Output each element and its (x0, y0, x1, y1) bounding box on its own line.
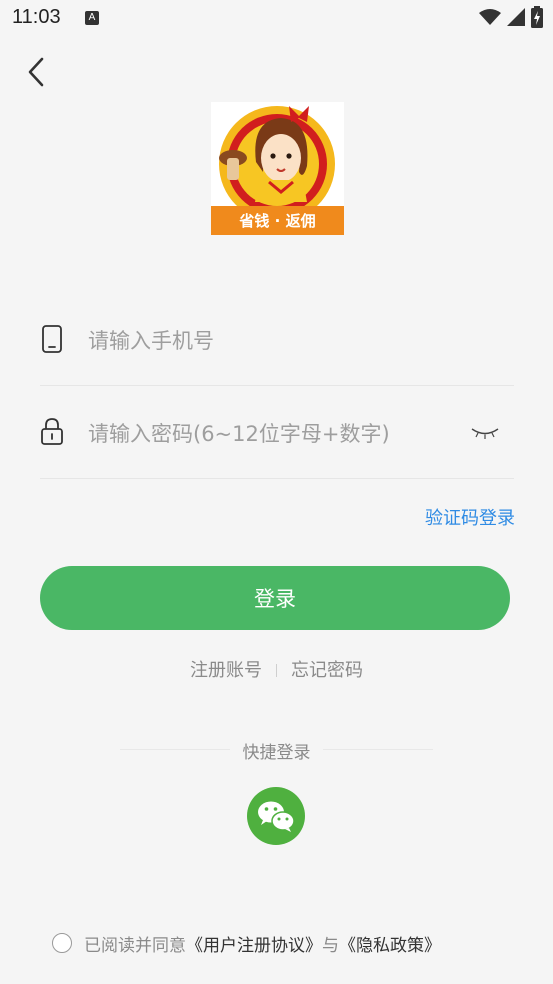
privacy-policy-link[interactable]: 《隐私政策》 (339, 931, 441, 956)
links-divider (276, 664, 277, 677)
agreement-prefix: 已阅读并同意 (84, 935, 186, 956)
battery-icon (531, 6, 543, 28)
quick-login-label: 快捷登录 (242, 743, 311, 763)
password-input[interactable]: 请输入密码(6~12位字母+数字) (88, 418, 390, 448)
agreement-checkbox[interactable] (52, 933, 72, 953)
phone-field[interactable]: 请输入手机号 (40, 293, 514, 386)
login-button[interactable]: 登录 (40, 566, 510, 630)
agreement-row: 已阅读并同意 《用户注册协议》 与 《隐私政策》 (52, 930, 441, 956)
user-agreement-link[interactable]: 《用户注册协议》 (186, 931, 322, 956)
code-login-link[interactable]: 验证码登录 (425, 504, 515, 530)
status-time: 11:03 (12, 6, 61, 28)
app-logo: 省钱 · 返佣 (211, 102, 344, 235)
wechat-icon (258, 801, 295, 832)
agreement-and: 与 (322, 935, 339, 956)
status-icons (479, 6, 543, 28)
notification-app-icon: A (85, 11, 99, 25)
forgot-password-link[interactable]: 忘记密码 (291, 660, 363, 681)
password-field[interactable]: 请输入密码(6~12位字母+数字) (40, 386, 514, 479)
wechat-login-button[interactable] (247, 787, 305, 845)
account-links: 注册账号 忘记密码 (0, 656, 553, 682)
back-arrow-icon[interactable] (22, 55, 52, 89)
wifi-icon (479, 9, 501, 25)
logo-text: 省钱 · 返佣 (238, 212, 315, 230)
signal-icon (507, 8, 525, 26)
lock-icon (41, 418, 63, 445)
phone-icon (42, 325, 62, 353)
status-bar: 11:03 A (0, 0, 553, 38)
register-link[interactable]: 注册账号 (190, 660, 262, 681)
eye-closed-icon[interactable] (470, 426, 500, 440)
phone-input[interactable]: 请输入手机号 (88, 325, 214, 355)
